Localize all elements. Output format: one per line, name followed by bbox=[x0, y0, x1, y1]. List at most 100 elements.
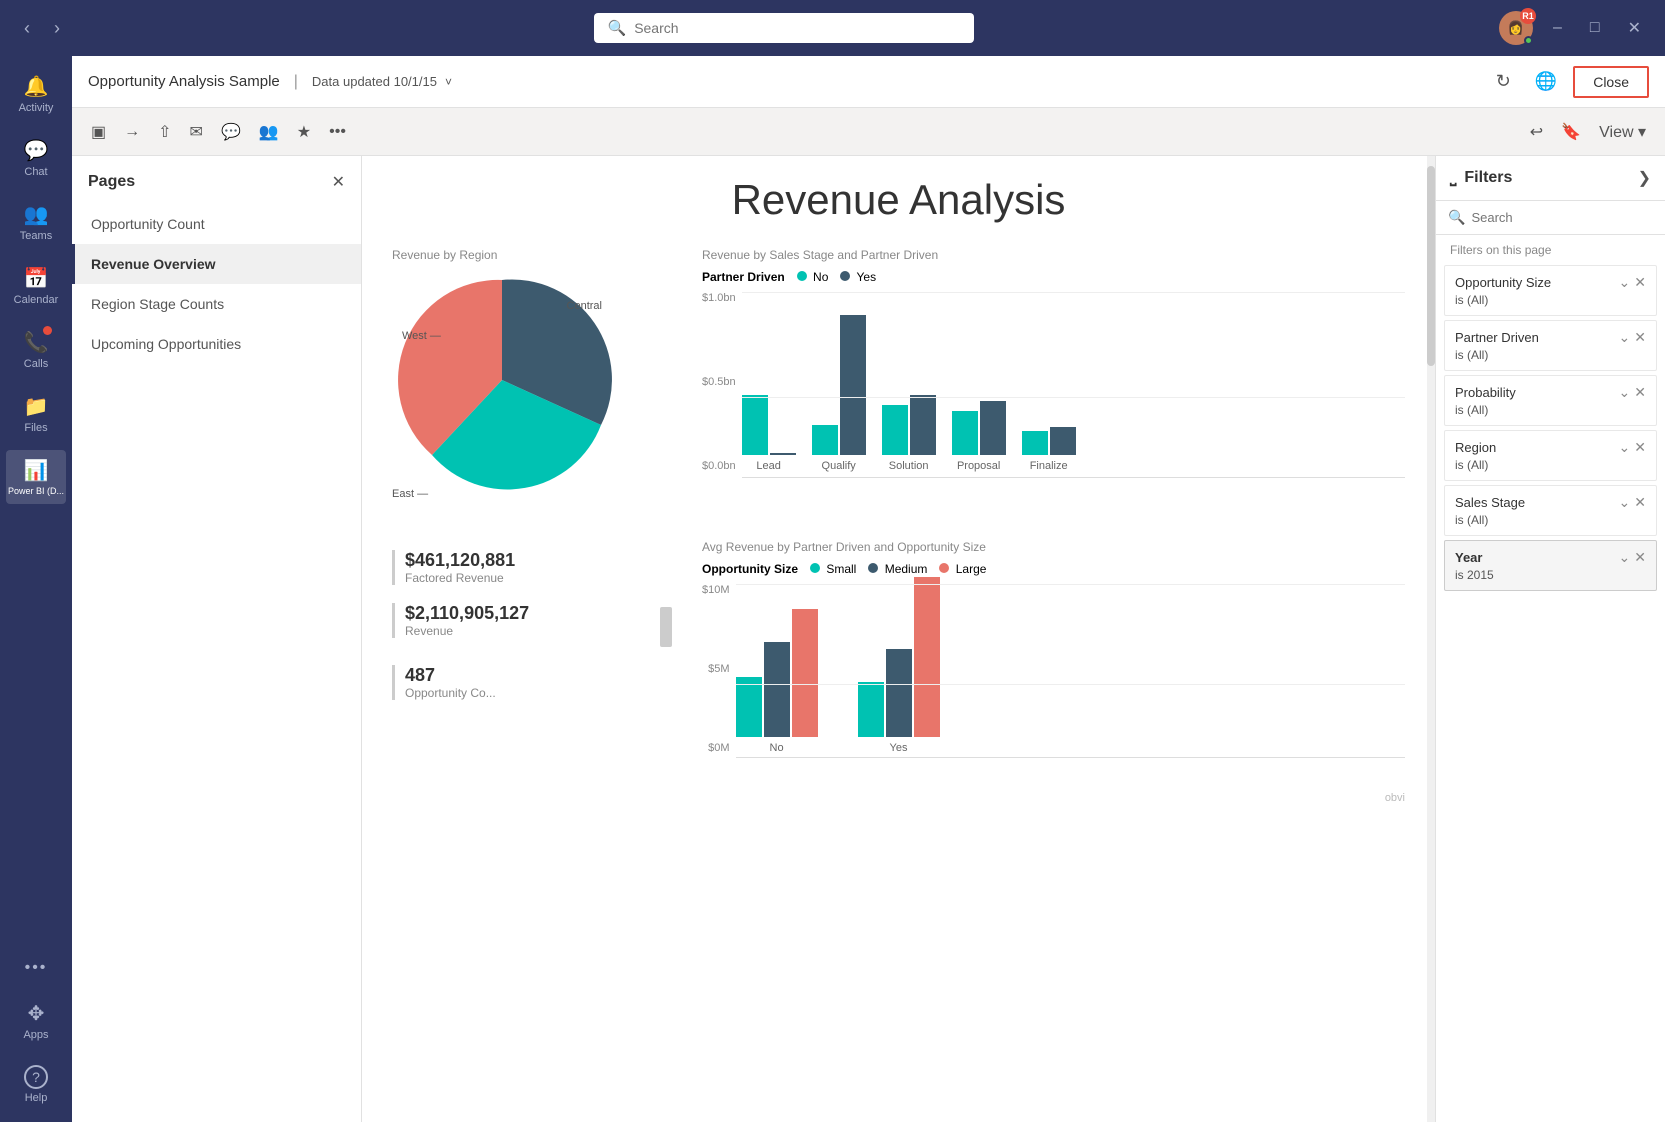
page-item-opportunity-count[interactable]: Opportunity Count bbox=[72, 204, 361, 244]
metric-opportunity-count: 487 Opportunity Co... bbox=[392, 665, 672, 700]
bar-qualify-yes bbox=[840, 315, 866, 455]
sidebar-item-label: Calls bbox=[24, 358, 48, 370]
bar-label-solution: Solution bbox=[889, 460, 929, 472]
sidebar-item-activity[interactable]: 🔔 Activity bbox=[6, 66, 66, 122]
filter-name: Partner Driven bbox=[1455, 330, 1539, 345]
legend-yes: Yes bbox=[840, 270, 876, 284]
sidebar-item-teams[interactable]: 👥 Teams bbox=[6, 194, 66, 250]
filter-expand-btn[interactable]: ⌄ bbox=[1619, 549, 1631, 566]
pages-header: Pages ✕ bbox=[72, 168, 361, 204]
metric-bar-indicator bbox=[660, 607, 672, 647]
title-bar-right: R1 👩 – □ ✕ bbox=[1499, 11, 1649, 45]
filter-clear-btn[interactable]: ✕ bbox=[1634, 494, 1646, 511]
chevron-down-icon[interactable]: ˅ bbox=[445, 75, 452, 89]
global-search-bar[interactable]: 🔍 bbox=[594, 13, 974, 43]
filter-clear-btn[interactable]: ✕ bbox=[1634, 329, 1646, 346]
toolbar-table-btn[interactable]: ▣ bbox=[84, 117, 113, 147]
filter-expand-btn[interactable]: ⌄ bbox=[1619, 494, 1631, 511]
filter-item-region[interactable]: Region ⌄ ✕ is (All) bbox=[1444, 430, 1657, 481]
minimize-button[interactable]: – bbox=[1545, 15, 1570, 41]
search-input[interactable] bbox=[634, 20, 959, 36]
close-button[interactable]: Close bbox=[1573, 66, 1649, 98]
filters-panel: ⎵ Filters ❯ 🔍 Filters on this page Oppor… bbox=[1435, 156, 1665, 1122]
filter-expand-btn[interactable]: ⌄ bbox=[1619, 329, 1631, 346]
filter-value: is (All) bbox=[1455, 293, 1646, 307]
bar-chart2-bars: No bbox=[736, 584, 1405, 784]
filter-item-partner-driven[interactable]: Partner Driven ⌄ ✕ is (All) bbox=[1444, 320, 1657, 371]
legend-label: Partner Driven bbox=[702, 270, 785, 284]
filter-search-input[interactable] bbox=[1471, 210, 1653, 225]
page-item-region-stage-counts[interactable]: Region Stage Counts bbox=[72, 284, 361, 324]
sidebar-item-chat[interactable]: 💬 Chat bbox=[6, 130, 66, 186]
filter-clear-btn[interactable]: ✕ bbox=[1634, 549, 1646, 566]
main-content: Pages ✕ Opportunity Count Revenue Overvi… bbox=[72, 156, 1665, 1122]
sidebar-item-calls[interactable]: 📞 Calls bbox=[6, 322, 66, 378]
page-item-upcoming-opportunities[interactable]: Upcoming Opportunities bbox=[72, 324, 361, 364]
filter-item-probability[interactable]: Probability ⌄ ✕ is (All) bbox=[1444, 375, 1657, 426]
close-window-button[interactable]: ✕ bbox=[1620, 14, 1649, 42]
filter-expand-btn[interactable]: ⌄ bbox=[1619, 439, 1631, 456]
filter-item-year[interactable]: Year ⌄ ✕ is 2015 bbox=[1444, 540, 1657, 591]
toolbar-view-btn[interactable]: View ▾ bbox=[1592, 117, 1653, 147]
app-header: Opportunity Analysis Sample | Data updat… bbox=[72, 56, 1665, 108]
toolbar-teams-btn[interactable]: 👥 bbox=[252, 117, 286, 147]
west-label: West — bbox=[402, 330, 441, 342]
data-updated: Data updated 10/1/15 bbox=[312, 74, 437, 89]
sidebar-item-files[interactable]: 📁 Files bbox=[6, 386, 66, 442]
sidebar-item-label: Help bbox=[25, 1092, 48, 1104]
sidebar-item-powerbi[interactable]: 📊 Power BI (D... bbox=[6, 450, 66, 504]
central-label: Central bbox=[567, 300, 602, 312]
toolbar-bookmark-btn[interactable]: 🔖 bbox=[1554, 117, 1588, 147]
bar-finalize-yes bbox=[1050, 427, 1076, 455]
back-button[interactable]: ‹ bbox=[16, 14, 38, 43]
metric-value: $2,110,905,127 bbox=[405, 603, 652, 624]
title-bar: ‹ › 🔍 R1 👩 – □ ✕ bbox=[0, 0, 1665, 56]
scrollbar-thumb[interactable] bbox=[1427, 166, 1435, 366]
app-layout: 🔔 Activity 💬 Chat 👥 Teams 📅 Calendar 📞 C… bbox=[0, 56, 1665, 1122]
metric-label: Opportunity Co... bbox=[405, 686, 672, 700]
toolbar-share-btn[interactable]: ⇧ bbox=[151, 117, 178, 147]
filter-item-opportunity-size[interactable]: Opportunity Size ⌄ ✕ is (All) bbox=[1444, 265, 1657, 316]
bar-lead-no bbox=[742, 395, 768, 455]
filter-clear-btn[interactable]: ✕ bbox=[1634, 384, 1646, 401]
globe-button[interactable]: 🌐 bbox=[1527, 67, 1565, 96]
bar2-no-small bbox=[736, 677, 762, 737]
bar-label-finalize: Finalize bbox=[1030, 460, 1068, 472]
pie-chart-section: Revenue by Region Cen bbox=[392, 248, 672, 520]
sidebar-item-more[interactable]: ••• bbox=[6, 951, 66, 985]
sidebar-item-calendar[interactable]: 📅 Calendar bbox=[6, 258, 66, 314]
scrollbar-track[interactable] bbox=[1427, 156, 1435, 1122]
sidebar-item-help[interactable]: ? Help bbox=[6, 1057, 66, 1112]
toolbar-email-btn[interactable]: ✉ bbox=[183, 117, 210, 147]
filter-name: Year bbox=[1455, 550, 1482, 565]
toolbar-chat-btn[interactable]: 💬 bbox=[214, 117, 248, 147]
toolbar-star-btn[interactable]: ★ bbox=[290, 117, 318, 147]
sidebar-item-apps[interactable]: ✥ Apps bbox=[6, 993, 66, 1049]
filter-clear-btn[interactable]: ✕ bbox=[1634, 274, 1646, 291]
bar-finalize-no bbox=[1022, 431, 1048, 455]
filter-clear-btn[interactable]: ✕ bbox=[1634, 439, 1646, 456]
bar-chart2-legend: Opportunity Size Small Medium bbox=[702, 562, 1405, 576]
y2-label-10m: $10M bbox=[702, 584, 730, 596]
filter-expand-btn[interactable]: ⌄ bbox=[1619, 274, 1631, 291]
avatar[interactable]: R1 👩 bbox=[1499, 11, 1533, 45]
filter-expand-btn[interactable]: ⌄ bbox=[1619, 384, 1631, 401]
teams-icon: 👥 bbox=[24, 202, 49, 227]
toolbar-more-btn[interactable]: ••• bbox=[322, 118, 353, 146]
forward-button[interactable]: › bbox=[46, 14, 68, 43]
left-sidebar: 🔔 Activity 💬 Chat 👥 Teams 📅 Calendar 📞 C… bbox=[0, 56, 72, 1122]
bar2-label-yes: Yes bbox=[890, 742, 908, 754]
powerbi-icon: 📊 bbox=[24, 458, 49, 483]
filters-section-label: Filters on this page bbox=[1436, 235, 1665, 261]
filters-expand-button[interactable]: ❯ bbox=[1638, 168, 1651, 188]
pages-close-button[interactable]: ✕ bbox=[332, 172, 345, 192]
maximize-button[interactable]: □ bbox=[1582, 15, 1608, 41]
y2-label-5m: $5M bbox=[702, 663, 730, 675]
sidebar-item-label: Apps bbox=[23, 1029, 48, 1041]
refresh-button[interactable]: ↻ bbox=[1488, 67, 1519, 96]
filter-item-sales-stage[interactable]: Sales Stage ⌄ ✕ is (All) bbox=[1444, 485, 1657, 536]
activity-icon: 🔔 bbox=[24, 74, 49, 99]
toolbar-undo-btn[interactable]: ↩ bbox=[1523, 117, 1550, 147]
page-item-revenue-overview[interactable]: Revenue Overview bbox=[72, 244, 361, 284]
toolbar-arrow-btn[interactable]: → bbox=[117, 118, 147, 146]
